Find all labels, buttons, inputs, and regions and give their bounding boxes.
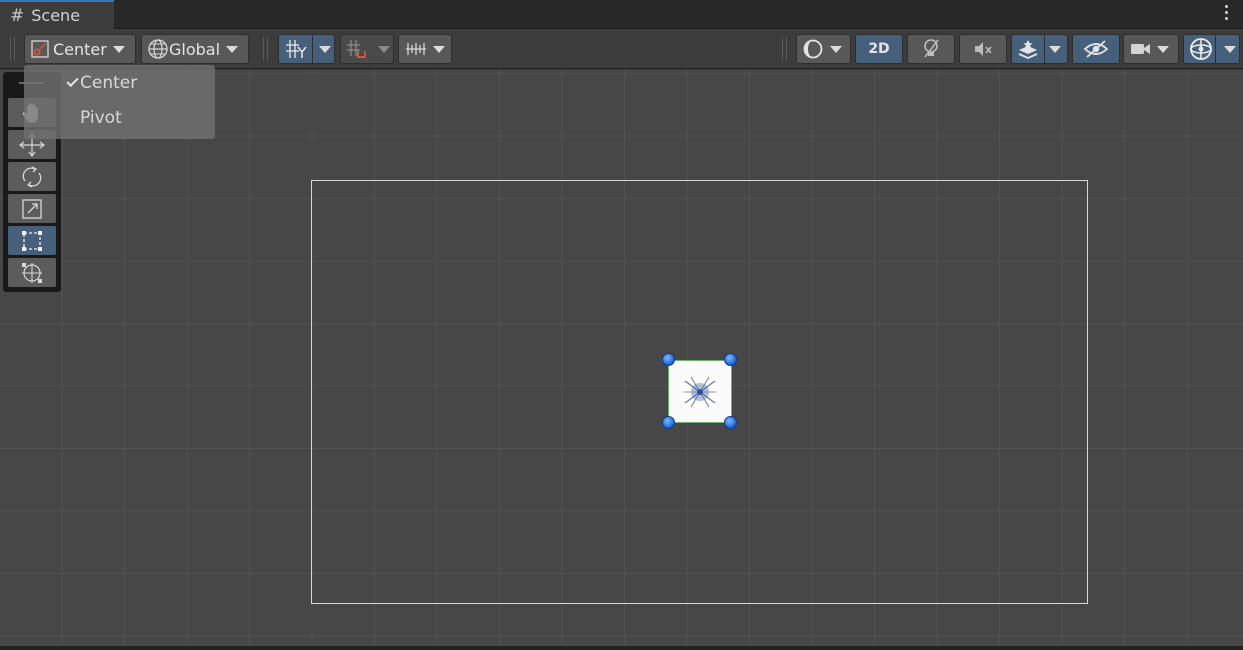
scene-toolbar: Center Global 2D — [0, 29, 1243, 69]
camera-settings-dropdown[interactable] — [1123, 34, 1179, 64]
transform-icon — [22, 262, 42, 283]
split-divider — [1044, 34, 1045, 64]
shading-mode-dropdown[interactable] — [796, 34, 851, 64]
more-options-icon[interactable] — [1225, 5, 1229, 23]
ruler-snap-icon — [406, 43, 426, 55]
bottom-border — [0, 646, 1243, 650]
gizmos-dropdown[interactable] — [1183, 34, 1240, 64]
pivot-rotation-label: Global — [169, 39, 221, 59]
chevron-down-icon — [1049, 45, 1061, 53]
lightbulb-off-icon — [924, 39, 939, 58]
gizmos-sphere-icon — [1190, 38, 1212, 60]
shaded-sphere-icon — [803, 39, 823, 59]
rect-handle-bottom-right[interactable] — [724, 416, 737, 429]
increment-snapping-dropdown[interactable] — [398, 34, 452, 64]
rect-handle-bottom-left[interactable] — [662, 416, 675, 429]
rotate-icon — [22, 165, 42, 188]
transform-tool[interactable] — [8, 258, 56, 287]
chevron-down-icon — [112, 45, 125, 53]
toolbar-grip[interactable] — [782, 37, 787, 61]
effects-dropdown[interactable] — [1011, 34, 1068, 64]
globe-icon — [148, 39, 168, 59]
pivot-mode-menu: Center Pivot — [24, 65, 215, 139]
chevron-down-icon — [378, 45, 390, 53]
chevron-down-icon — [319, 45, 331, 53]
rect-handle-top-left[interactable] — [662, 353, 675, 366]
rect-handle-top-right[interactable] — [724, 353, 737, 366]
chevron-down-icon — [1157, 45, 1169, 53]
rect-transform-icon — [22, 230, 42, 251]
scene-viewport[interactable] — [0, 70, 1243, 646]
pivot-mode-dropdown[interactable]: Center — [24, 34, 136, 64]
selected-sprite[interactable] — [668, 360, 732, 423]
chevron-down-icon — [226, 45, 239, 53]
scale-icon — [22, 198, 42, 219]
audio-toggle[interactable] — [959, 34, 1007, 64]
grid-visibility-button[interactable] — [278, 34, 335, 64]
hash-grid-icon: # — [10, 5, 25, 26]
tab-bar: # Scene — [0, 0, 1243, 29]
pivot-mode-label: Center — [53, 39, 107, 59]
scene-lighting-toggle[interactable] — [907, 34, 955, 64]
chevron-down-icon — [830, 45, 842, 53]
grid-y-icon — [286, 40, 307, 58]
audio-muted-icon — [975, 42, 992, 56]
eye-hidden-icon — [1083, 40, 1109, 58]
toolbar-grip[interactable] — [263, 37, 268, 61]
menu-item-pivot[interactable]: Pivot — [80, 108, 122, 128]
layers-effects-icon — [1018, 40, 1038, 59]
mode-2d-toggle[interactable]: 2D — [855, 34, 903, 64]
grid-snap-icon — [347, 40, 366, 58]
sprite-placeholder-icon — [684, 376, 716, 408]
grid-snapping-button[interactable] — [340, 34, 394, 64]
tab-scene-label: Scene — [31, 6, 81, 25]
mode-2d-label: 2D — [868, 41, 890, 57]
tab-scene[interactable]: # Scene — [0, 0, 114, 29]
menu-item-center[interactable]: Center — [80, 73, 137, 93]
pivot-center-icon — [31, 40, 49, 58]
scale-tool[interactable] — [8, 194, 56, 223]
checkmark-icon — [66, 74, 79, 88]
split-divider — [312, 34, 313, 64]
chevron-down-icon — [433, 45, 445, 53]
rect-tool[interactable] — [8, 226, 56, 255]
toolbar-grip[interactable] — [10, 37, 15, 61]
scene-visibility-toggle[interactable] — [1072, 34, 1120, 64]
chevron-down-icon — [1224, 45, 1236, 53]
rotate-tool[interactable] — [8, 162, 56, 191]
video-camera-icon — [1131, 44, 1150, 54]
pivot-rotation-dropdown[interactable]: Global — [141, 34, 249, 64]
split-divider — [1215, 34, 1216, 64]
